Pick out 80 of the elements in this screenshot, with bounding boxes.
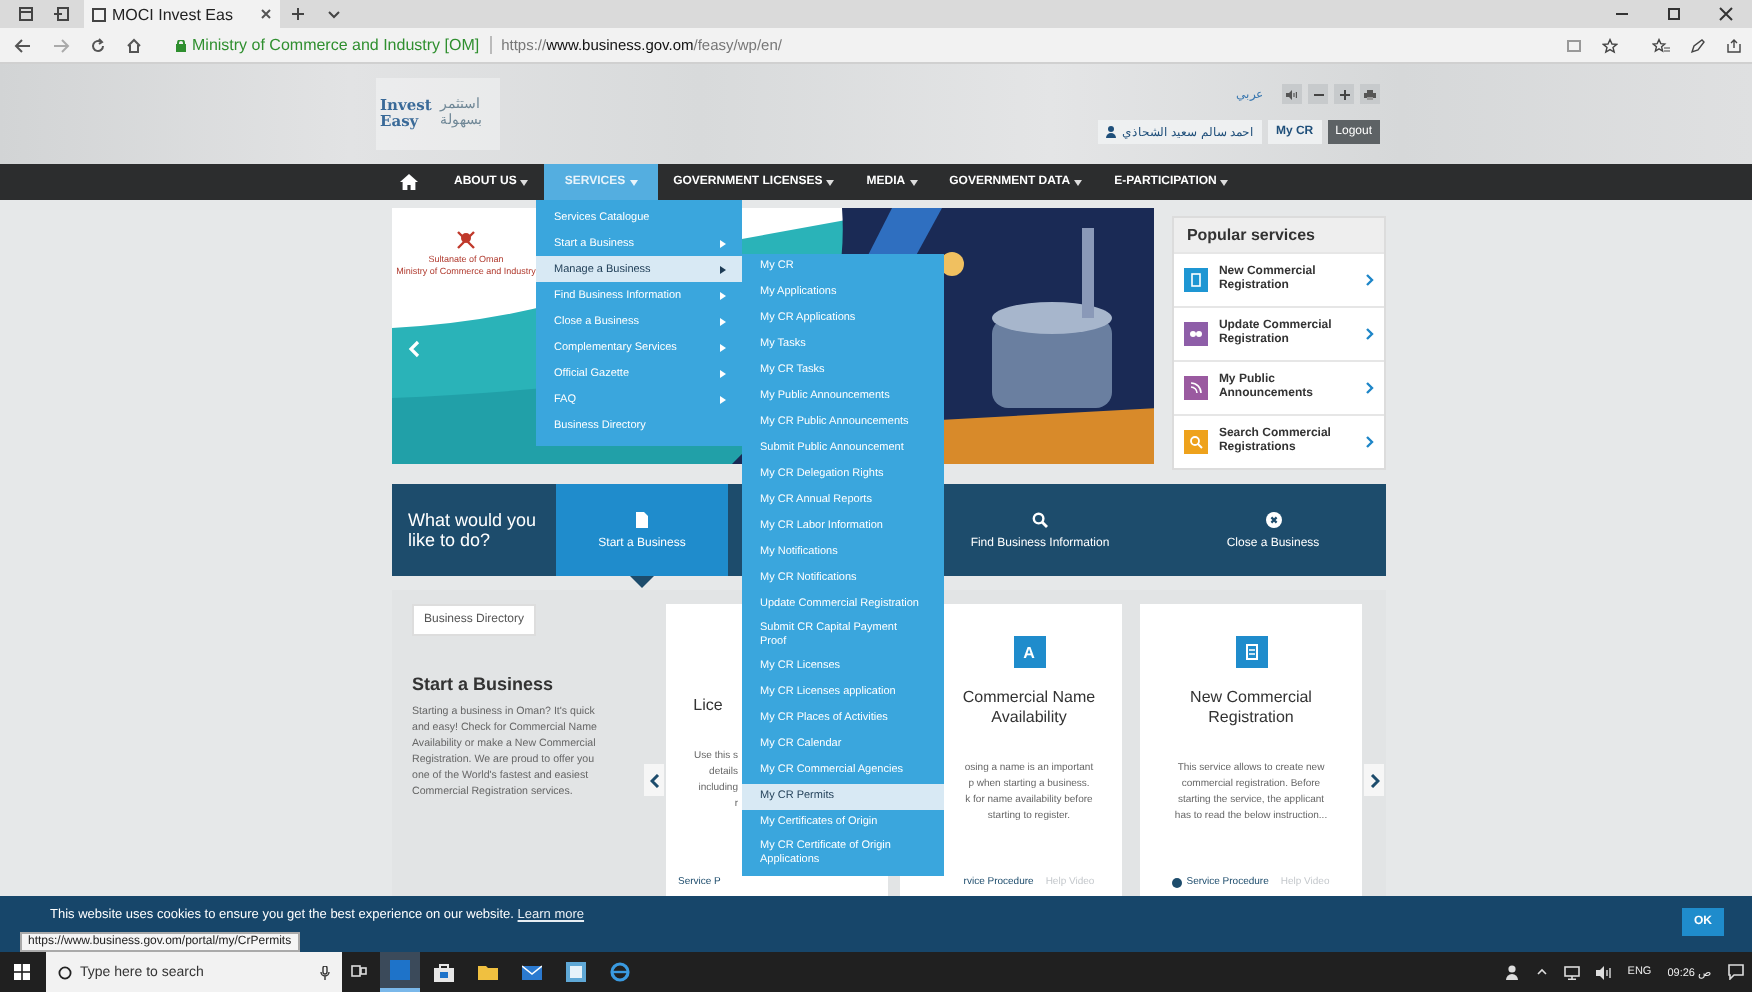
chevron-left-icon [649,773,659,787]
chevron-right-icon [1369,773,1379,787]
tab-title: MOCI Invest Eas [112,5,235,23]
zoom-out-button[interactable] [1308,84,1328,104]
maximize-icon[interactable] [1666,6,1682,22]
star-icon[interactable] [1602,37,1618,53]
home-icon[interactable] [126,37,142,53]
person-icon[interactable] [1503,964,1520,980]
reading-view-icon[interactable] [1566,37,1582,53]
zoom-in-button[interactable] [1334,84,1354,104]
user-icon [1105,126,1116,138]
shopping-bag-icon [434,962,454,982]
caret-icon [720,291,726,299]
speaker-icon [1286,89,1298,99]
document-icon [636,511,648,527]
caret-icon [1074,179,1083,185]
close-icon[interactable] [260,8,272,20]
carousel-previous-button[interactable] [644,764,664,796]
folder-icon [478,962,498,982]
print-button[interactable] [1360,84,1380,104]
search-icon [1032,511,1048,527]
chevron-down-icon[interactable] [326,6,342,22]
mail-icon [522,962,542,982]
section-heading: Start a Business [412,674,554,694]
pen-icon[interactable] [1690,37,1706,53]
chevron-up-icon[interactable] [1535,966,1548,978]
chevron-right-icon [1366,382,1374,394]
speaker-icon[interactable] [1595,965,1612,979]
minus-icon [1313,89,1323,99]
card-title: New Commercial Registration [1188,688,1314,728]
caret-icon [629,179,638,185]
caret-icon [720,239,726,247]
prompt-text: What would you like to do? [408,510,539,550]
share-icon[interactable] [1726,37,1742,53]
windows-logo-icon[interactable] [14,964,30,980]
emblem-icon [454,228,478,252]
search-icon [58,965,72,979]
page-icon [92,7,106,21]
carousel-next-button[interactable] [1364,764,1384,796]
caret-icon [520,179,529,185]
caret-icon [1220,179,1229,185]
tabs-aside-icon[interactable] [54,6,70,22]
caret-icon [720,317,726,325]
network-icon[interactable] [1563,965,1580,979]
caret-icon [720,343,726,351]
browser-tab[interactable]: MOCI Invest Eas [84,0,280,28]
site-identity[interactable]: Ministry of Commerce and Industry [OM] [192,36,492,54]
lock-icon [176,39,186,51]
printer-icon [1364,89,1376,99]
panel-title: Popular services [1174,218,1384,252]
notifications-icon[interactable] [1728,964,1744,980]
document-icon [1245,644,1257,660]
globe-e-icon [610,962,630,982]
close-circle-icon [1265,511,1281,527]
back-icon[interactable] [14,37,32,53]
chevron-right-icon [1366,274,1374,286]
favorites-icon[interactable] [1652,37,1670,53]
card-title: Commercial Name Availability [960,688,1098,728]
info-icon [1172,877,1183,887]
refresh-icon[interactable] [90,37,106,53]
plus-icon [1339,89,1349,99]
chevron-right-icon [1366,436,1374,448]
caret-icon [909,179,918,185]
chevron-right-icon [1366,328,1374,340]
card-title: Lice [691,696,725,716]
microphone-icon [320,965,330,979]
letter-icon: A [1013,636,1045,668]
new-tab-icon[interactable] [290,6,306,22]
app-tile-icon [566,962,586,982]
close-icon[interactable] [1718,6,1734,22]
tab-list-icon[interactable] [18,6,34,22]
caret-icon [720,265,726,273]
task-view-icon[interactable] [350,964,368,980]
app-window-icon [390,960,410,980]
caret-icon [720,395,726,403]
caret-icon [826,179,835,185]
home-icon[interactable] [400,174,418,190]
text-to-speech-button[interactable] [1282,84,1302,104]
previous-slide-icon[interactable] [408,340,420,358]
caret-icon [720,369,726,377]
